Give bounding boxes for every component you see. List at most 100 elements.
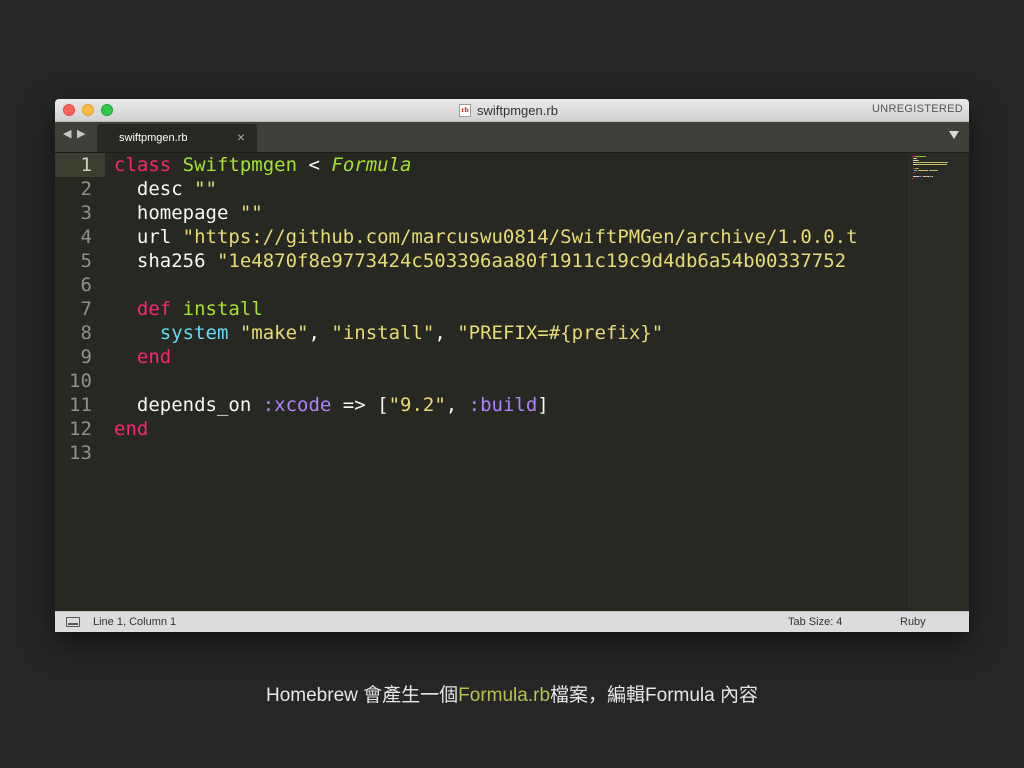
minimap-token: [918, 160, 920, 161]
panel-icon[interactable]: [66, 617, 80, 627]
license-status: UNREGISTERED: [872, 103, 963, 115]
syntax-selector[interactable]: Ruby: [900, 616, 926, 628]
code-line[interactable]: url "https://github.com/marcuswu0814/Swi…: [114, 225, 858, 249]
code-token: end: [114, 418, 149, 440]
close-window-button[interactable]: [63, 104, 75, 116]
code-token: :build: [468, 394, 538, 416]
minimap-token: [915, 168, 920, 169]
zoom-window-button[interactable]: [101, 104, 113, 116]
code-token: desc: [114, 178, 195, 200]
line-number: 6: [80, 274, 92, 296]
code-token: sha256: [114, 250, 217, 272]
code-line[interactable]: desc "": [114, 177, 217, 201]
minimap-token: [932, 176, 934, 177]
code-token: ,: [308, 322, 332, 344]
editor-window: rb swiftpmgen.rb UNREGISTERED ◀ ▶ swiftp…: [55, 99, 969, 632]
code-token: depends_on: [114, 394, 263, 416]
tab-size-selector[interactable]: Tab Size: 4: [788, 616, 842, 628]
minimap-token: [915, 158, 917, 159]
title-bar[interactable]: rb swiftpmgen.rb UNREGISTERED: [55, 99, 969, 122]
minimap-token: [912, 178, 914, 179]
code-token: url: [114, 226, 183, 248]
minimap[interactable]: [906, 153, 969, 611]
minimap-token: [915, 156, 921, 157]
cursor-position: Line 1, Column 1: [93, 616, 177, 628]
minimap-token: [922, 156, 927, 157]
line-number: 9: [80, 346, 92, 368]
line-number: 5: [80, 250, 92, 272]
ruby-file-icon: rb: [459, 103, 471, 117]
window-title-text: swiftpmgen.rb: [477, 102, 558, 118]
code-token: <: [297, 154, 332, 176]
code-line[interactable]: end: [114, 417, 148, 441]
code-token: install: [182, 298, 263, 320]
tab-swiftpmgen[interactable]: swiftpmgen.rb ×: [97, 124, 257, 152]
line-number: 11: [69, 394, 92, 416]
code-token: "1e4870f8e9773424c503396aa80f1911c19c9d4…: [216, 250, 847, 272]
code-line[interactable]: system "make", "install", "PREFIX=#{pref…: [114, 321, 663, 345]
minimap-token: [913, 172, 915, 173]
line-number: 13: [69, 442, 92, 464]
code-token: ]: [537, 394, 549, 416]
code-token: "": [239, 202, 263, 224]
line-number: 4: [80, 226, 92, 248]
nav-forward-icon[interactable]: ▶: [77, 127, 85, 140]
code-token: ,: [445, 394, 469, 416]
line-number: 1: [80, 154, 92, 176]
code-token: "install": [331, 322, 435, 344]
minimap-token: [919, 176, 923, 177]
code-line[interactable]: homepage "": [114, 201, 263, 225]
minimize-window-button[interactable]: [82, 104, 94, 116]
status-bar: Line 1, Column 1 Tab Size: 4 Ruby: [55, 611, 969, 632]
line-number: 10: [69, 370, 92, 392]
code-token: class: [114, 154, 172, 176]
code-token: system: [159, 322, 229, 344]
caption-after: 檔案，編輯Formula 內容: [550, 685, 758, 706]
caption-before: Homebrew 會產生一個: [266, 685, 459, 706]
line-number: 2: [80, 178, 92, 200]
line-number: 12: [69, 418, 92, 440]
code-token: "PREFIX=#{prefix}": [457, 322, 664, 344]
code-editor[interactable]: 1 2 3 4 5 6 7 8 9 10 11 12 13 class Swiftpmgen < For…: [55, 153, 969, 611]
code-token: "make": [239, 322, 309, 344]
code-line[interactable]: def install: [114, 297, 263, 321]
code-token: => [: [331, 394, 389, 416]
window-title: rb swiftpmgen.rb: [459, 102, 558, 118]
caption-highlight: Formula.rb: [458, 685, 551, 706]
code-line[interactable]: class Swiftpmgen < Formula: [114, 153, 411, 177]
tab-close-icon[interactable]: ×: [237, 129, 245, 145]
code-token: "": [194, 178, 217, 200]
code-token: Swiftpmgen: [182, 154, 298, 176]
code-token: "9.2": [388, 394, 446, 416]
tab-bar: ◀ ▶ swiftpmgen.rb ×: [55, 122, 969, 153]
code-area[interactable]: class Swiftpmgen < Formula desc "" homep…: [114, 153, 906, 611]
code-token: end: [136, 346, 172, 368]
minimap-token: [928, 170, 939, 171]
code-token: Formula: [331, 154, 412, 176]
line-number-gutter: 1 2 3 4 5 6 7 8 9 10 11 12 13: [55, 153, 105, 611]
code-token: def: [136, 298, 172, 320]
nav-back-icon[interactable]: ◀: [63, 127, 71, 140]
tab-label: swiftpmgen.rb: [119, 132, 188, 144]
code-token: :xcode: [262, 394, 332, 416]
code-token: ,: [434, 322, 458, 344]
line-number: 3: [80, 202, 92, 224]
code-token: "https://github.com/marcuswu0814/SwiftPM…: [182, 226, 858, 248]
code-token: homepage: [114, 202, 240, 224]
tab-menu-chevron-icon[interactable]: [949, 131, 959, 139]
code-line[interactable]: depends_on :xcode => ["9.2", :build]: [114, 393, 549, 417]
minimap-token: [915, 162, 948, 163]
slide-caption: Homebrew 會產生一個Formula.rb檔案，編輯Formula 內容: [0, 680, 1024, 707]
line-number: 8: [80, 322, 92, 344]
code-line[interactable]: sha256 "1e4870f8e9773424c503396aa80f1911…: [114, 249, 846, 273]
line-number: 7: [80, 298, 92, 320]
minimap-token: [914, 170, 918, 171]
minimap-token: [916, 164, 948, 165]
code-line[interactable]: end: [114, 345, 171, 369]
